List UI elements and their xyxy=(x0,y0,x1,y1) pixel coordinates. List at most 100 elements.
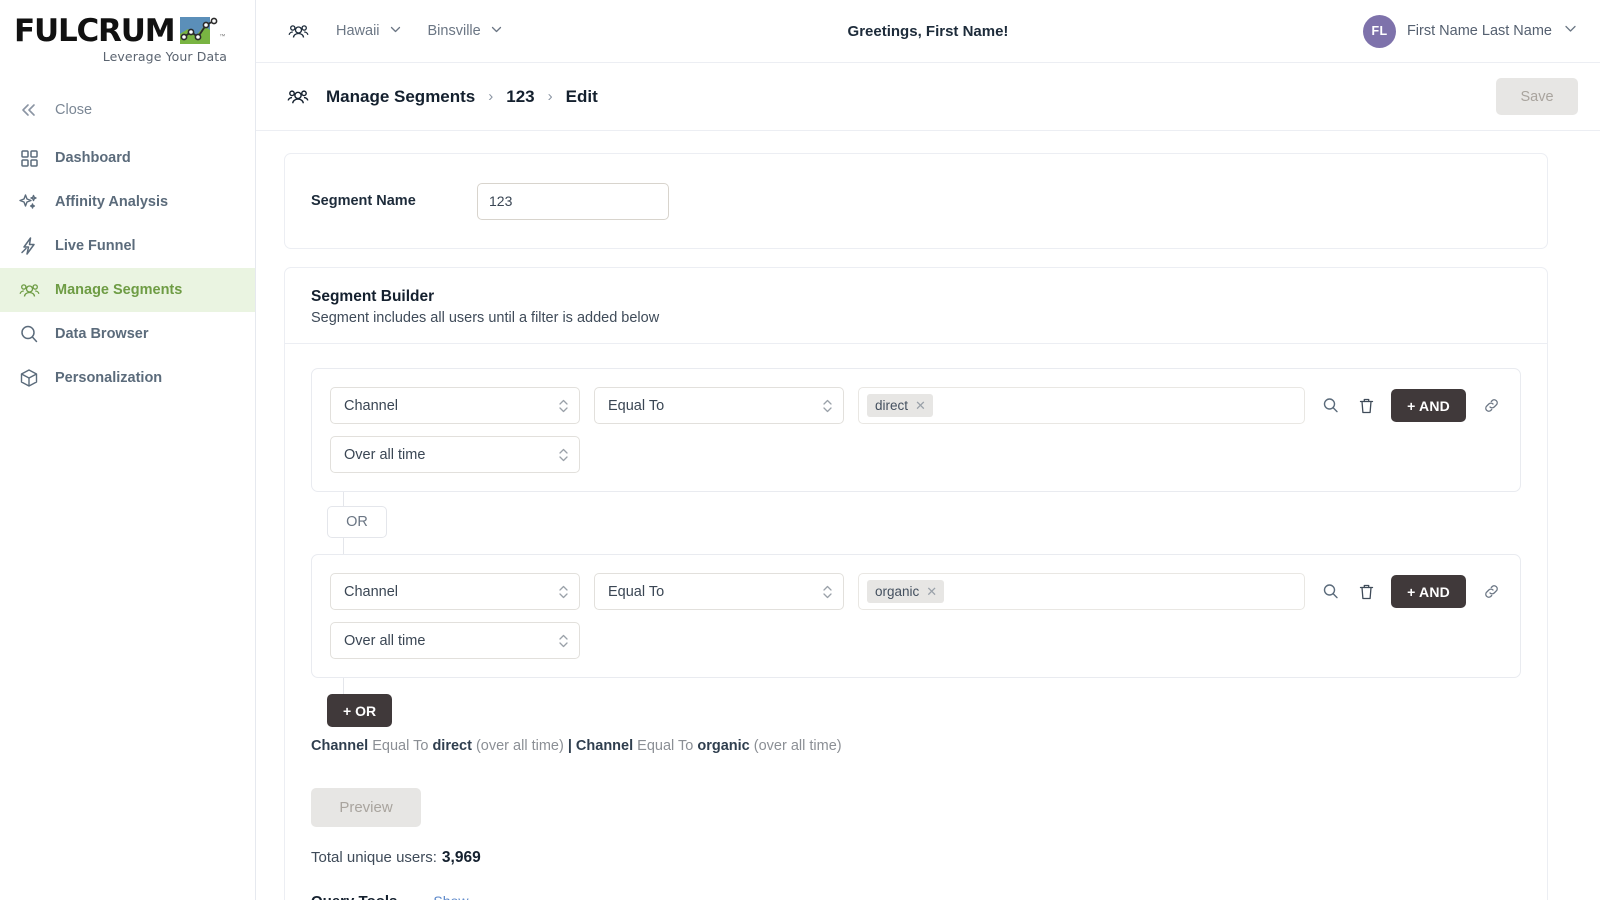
add-and-button[interactable]: + AND xyxy=(1391,575,1466,608)
breadcrumb: Manage Segments › 123 › Edit xyxy=(286,85,598,109)
summary-field-2: Channel xyxy=(575,738,634,754)
sidebar-collapse-button[interactable]: Close xyxy=(0,88,255,132)
link-icon[interactable] xyxy=(1480,395,1502,417)
main-area: Hawaii Binsville Greetings, First Name! … xyxy=(256,0,1600,900)
total-unique-users: Total unique users: 3,969 xyxy=(311,849,1521,867)
sidebar-item-affinity-analysis[interactable]: Affinity Analysis xyxy=(0,180,255,224)
region-selector-label: Hawaii xyxy=(336,23,380,39)
filter-value-chip-label: organic xyxy=(875,584,920,599)
stepper-icon xyxy=(558,447,569,463)
filter-row: Channel Equal To xyxy=(330,573,1502,610)
stepper-icon xyxy=(822,584,833,600)
segment-builder-card: Segment Builder Segment includes all use… xyxy=(284,267,1548,900)
region-selector[interactable]: Hawaii xyxy=(336,23,402,40)
chevron-down-icon xyxy=(389,23,402,40)
property-selector[interactable]: Binsville xyxy=(428,23,503,40)
segment-builder-title: Segment Builder xyxy=(311,288,435,305)
sidebar-item-label: Live Funnel xyxy=(55,238,136,254)
people-icon xyxy=(286,85,310,109)
stepper-icon xyxy=(558,633,569,649)
add-and-button[interactable]: + AND xyxy=(1391,389,1466,422)
sparkle-icon xyxy=(18,191,40,213)
add-or-row: + OR xyxy=(311,678,1521,732)
property-selector-label: Binsville xyxy=(427,23,481,39)
lightning-icon xyxy=(18,235,40,257)
brand-logo[interactable]: FULCRUM ™ Leverage Your Data xyxy=(0,0,255,64)
link-icon[interactable] xyxy=(1480,581,1502,603)
filter-field-value: Channel xyxy=(344,583,399,600)
sidebar: FULCRUM ™ Leverage Your Data Close Dashb… xyxy=(0,0,256,900)
filter-operator-select[interactable]: Equal To xyxy=(594,573,844,610)
total-unique-users-label: Total unique users: xyxy=(311,848,437,866)
query-tools-show-link[interactable]: Show xyxy=(433,893,468,900)
breadcrumb-item-segment-id[interactable]: 123 xyxy=(506,87,534,107)
query-summary: Channel Equal To direct (over all time) … xyxy=(311,736,1521,758)
filter-value-input[interactable]: direct ✕ xyxy=(858,387,1306,424)
sidebar-collapse-label: Close xyxy=(55,102,93,118)
filter-group: Channel Equal To xyxy=(311,554,1521,678)
filter-field-select[interactable]: Channel xyxy=(330,573,580,610)
filter-timeframe-select[interactable]: Over all time xyxy=(330,622,580,659)
chevron-down-icon xyxy=(1563,21,1578,41)
user-name-label: First Name Last Name xyxy=(1406,23,1552,39)
summary-time-1: (over all time) xyxy=(475,738,564,754)
brand-tagline: Leverage Your Data xyxy=(102,49,227,64)
total-unique-users-value: 3,969 xyxy=(441,848,481,866)
user-menu[interactable]: FL First Name Last Name xyxy=(1362,14,1578,48)
query-tools-row: Query Tools Show xyxy=(311,893,1521,900)
sidebar-item-label: Personalization xyxy=(55,370,163,386)
trash-icon[interactable] xyxy=(1355,395,1377,417)
sidebar-item-manage-segments[interactable]: Manage Segments xyxy=(0,268,255,312)
segment-name-card: Segment Name xyxy=(284,153,1548,249)
breadcrumb-bar: Manage Segments › 123 › Edit Save xyxy=(256,63,1600,131)
group-connector: OR xyxy=(311,492,1521,554)
add-or-button[interactable]: + OR xyxy=(327,694,393,727)
filter-timeframe-value: Over all time xyxy=(344,632,426,649)
summary-time-2: (over all time) xyxy=(753,738,842,754)
filter-group: Channel Equal To xyxy=(311,368,1521,492)
filter-value-chip[interactable]: organic ✕ xyxy=(867,580,945,603)
filter-value-chip[interactable]: direct ✕ xyxy=(867,394,933,417)
search-icon[interactable] xyxy=(1319,581,1341,603)
people-icon xyxy=(286,19,310,43)
close-icon[interactable]: ✕ xyxy=(915,399,926,412)
search-icon[interactable] xyxy=(1319,395,1341,417)
grid-icon xyxy=(18,147,40,169)
search-icon xyxy=(18,323,40,345)
stepper-icon xyxy=(822,398,833,414)
filter-value-chip-label: direct xyxy=(875,398,909,413)
close-icon[interactable]: ✕ xyxy=(926,585,937,598)
query-tools-label: Query Tools xyxy=(311,893,397,900)
sidebar-item-data-browser[interactable]: Data Browser xyxy=(0,312,255,356)
avatar: FL xyxy=(1362,14,1396,48)
sidebar-item-label: Data Browser xyxy=(55,326,149,342)
save-button[interactable]: Save xyxy=(1496,78,1578,115)
segment-name-input[interactable] xyxy=(477,182,669,220)
summary-operator-1: Equal To xyxy=(372,738,429,754)
sidebar-nav: Close Dashboard Affinity Analysis Live F… xyxy=(0,88,255,400)
top-bar: Hawaii Binsville Greetings, First Name! … xyxy=(256,0,1600,63)
sidebar-item-label: Dashboard xyxy=(55,150,131,166)
preview-button[interactable]: Preview xyxy=(311,787,421,827)
sidebar-item-live-funnel[interactable]: Live Funnel xyxy=(0,224,255,268)
filter-value-input[interactable]: organic ✕ xyxy=(858,573,1306,610)
content-scroll-area: Segment Name Segment Builder Segment inc… xyxy=(256,131,1600,900)
sidebar-item-personalization[interactable]: Personalization xyxy=(0,356,255,400)
filter-field-select[interactable]: Channel xyxy=(330,387,580,424)
filter-field-value: Channel xyxy=(344,397,399,414)
trash-icon[interactable] xyxy=(1355,581,1377,603)
segment-name-label: Segment Name xyxy=(311,193,416,209)
sidebar-item-dashboard[interactable]: Dashboard xyxy=(0,136,255,180)
cube-icon xyxy=(18,367,40,389)
filter-timeframe-select[interactable]: Over all time xyxy=(330,436,580,473)
breadcrumb-item-manage-segments[interactable]: Manage Segments xyxy=(326,87,475,107)
breadcrumb-separator: › xyxy=(488,88,494,105)
people-icon xyxy=(18,279,40,301)
breadcrumb-separator: › xyxy=(547,88,553,105)
summary-field-1: Channel xyxy=(311,738,369,754)
sidebar-item-label: Affinity Analysis xyxy=(55,194,169,210)
chevron-down-icon xyxy=(490,23,503,40)
trademark-symbol: ™ xyxy=(219,34,226,40)
filter-operator-select[interactable]: Equal To xyxy=(594,387,844,424)
or-connector-badge[interactable]: OR xyxy=(327,506,387,538)
